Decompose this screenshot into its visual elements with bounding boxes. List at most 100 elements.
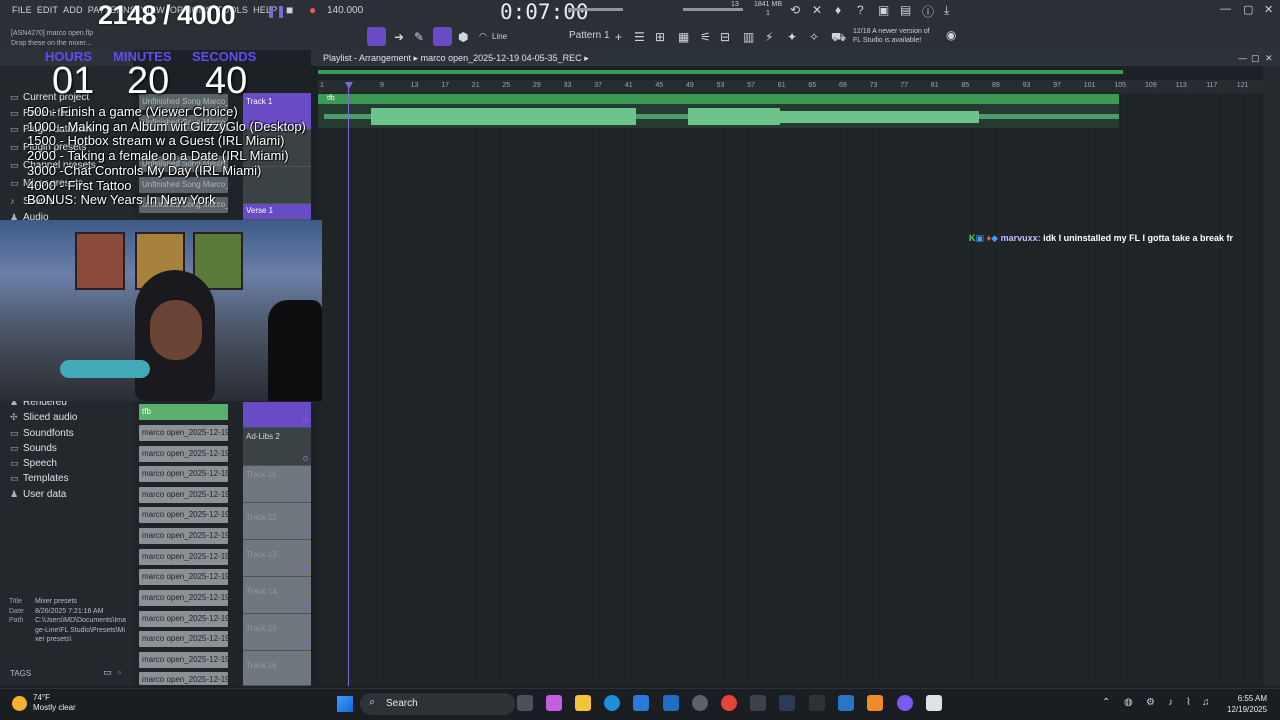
cart-icon[interactable]: ⛟ [831, 30, 846, 46]
search-icon[interactable]: ⌕ [117, 667, 122, 678]
brush-icon[interactable]: ✧ [809, 30, 819, 44]
taskbar-search[interactable]: ⌕ Search [360, 693, 515, 715]
playhead-marker-icon[interactable] [345, 82, 353, 89]
undo-icon[interactable]: ⟲ [790, 3, 800, 17]
clip-item[interactable]: marco open_2025-12-19.. [139, 507, 228, 523]
maximize-icon[interactable]: ▢ [1243, 3, 1253, 16]
clip-item[interactable]: marco open_2025-12-19.. [139, 446, 228, 462]
track-header[interactable]: Track 13 [243, 540, 311, 577]
app-icon[interactable] [692, 695, 708, 711]
vertical-scrollbar[interactable] [1263, 66, 1280, 686]
xbox-icon[interactable] [750, 695, 766, 711]
snap-select[interactable]: Line [492, 32, 507, 41]
channel-rack-icon[interactable]: ⊞ [655, 30, 665, 44]
clock[interactable]: 6:55 AM 12/19/2025 [1227, 693, 1267, 715]
plug-icon[interactable]: ⚡ [765, 30, 773, 44]
minimize-icon[interactable]: — [1220, 3, 1231, 15]
track-header-verse[interactable]: Verse 1 [243, 204, 311, 220]
task-view-icon[interactable] [517, 695, 533, 711]
track-header[interactable]: Track 15 [243, 614, 311, 651]
clip-item[interactable]: marco open_2025-12-19.. [139, 425, 228, 441]
stamp-icon[interactable]: ⬢ [458, 30, 468, 44]
browser-item-speech[interactable]: ▭ Speech [10, 458, 57, 469]
fl-studio-icon[interactable] [867, 695, 883, 711]
track-header[interactable]: Track 11 [243, 466, 311, 503]
clip-item[interactable]: marco open_2025-12-19.. [139, 590, 228, 606]
playlist-grid[interactable] [318, 93, 1263, 686]
clip-item[interactable]: marco open_2025-12-19.. [139, 631, 228, 647]
clip-item[interactable]: marco open_2025-12-19.. [139, 652, 228, 668]
track-header-adlibs[interactable]: Ad-Libs 2 [243, 428, 311, 466]
browser-item-sounds[interactable]: ▭ Sounds [10, 443, 57, 454]
wand-icon[interactable]: ✦ [787, 30, 797, 44]
track-header[interactable]: Track 12 [243, 503, 311, 540]
mic-icon[interactable]: ♪ [1168, 697, 1173, 708]
playlist-icon[interactable]: ☰ [634, 30, 645, 44]
audio-clip-header[interactable]: tfb [318, 94, 1119, 104]
menu-edit[interactable]: EDIT [37, 5, 58, 15]
clip-item[interactable]: marco open_2025-12-19.. [139, 528, 228, 544]
copilot-icon[interactable] [546, 695, 562, 711]
stop-icon[interactable]: ■ [286, 3, 293, 17]
close-icon[interactable]: ✕ [1264, 3, 1273, 16]
download-icon[interactable]: ⤓ [944, 3, 949, 18]
playhead[interactable] [348, 88, 349, 686]
menu-file[interactable]: FILE [12, 5, 32, 15]
chrome-icon[interactable] [721, 695, 737, 711]
weather-widget[interactable]: 74°F Mostly clear [33, 693, 76, 713]
track-header[interactable]: Track 14 [243, 577, 311, 614]
track-header[interactable]: Track 16 [243, 651, 311, 686]
plugin-picker-icon[interactable]: ▥ [743, 30, 754, 44]
pattern-selector[interactable]: Pattern 1 [569, 30, 610, 41]
clip-item[interactable]: Unfinished Song Marco_2.. [139, 177, 228, 193]
pause-icon[interactable]: ❚❚ [266, 4, 286, 18]
browser-item-sliced-audio[interactable]: ✣ Sliced audio [10, 412, 77, 423]
menu-add[interactable]: ADD [63, 5, 83, 15]
song-overview-bar[interactable] [318, 70, 1123, 74]
add-pattern-icon[interactable]: + [615, 30, 622, 44]
clip-item[interactable]: marco open_2025-12-19.. [139, 611, 228, 627]
piano-roll-icon[interactable]: ⚟ [700, 30, 711, 44]
file-explorer-icon[interactable] [575, 695, 591, 711]
app-icon[interactable] [809, 695, 825, 711]
master-pitch-slider[interactable] [683, 8, 743, 11]
volume-icon[interactable]: ♫ [1202, 697, 1210, 708]
steam-icon[interactable] [779, 695, 795, 711]
save-icon[interactable]: ▣ [878, 3, 889, 17]
clip-item[interactable]: marco open_2025-12-19.. [139, 672, 228, 685]
playlist-minimize-icon[interactable]: — [1238, 53, 1247, 63]
playlist-close-icon[interactable]: ✕ [1265, 53, 1273, 64]
app-tray-icon[interactable]: ⚙ [1146, 697, 1155, 708]
browser-item-templates[interactable]: ▭ Templates [10, 473, 69, 484]
obs-icon[interactable] [926, 695, 942, 711]
tempo-display[interactable]: 140.000 [327, 5, 363, 16]
mixer-icon[interactable]: ▦ [678, 30, 689, 44]
pattern-song-mode-toggle[interactable] [367, 27, 386, 46]
folder-icon[interactable]: ▭ [103, 667, 112, 678]
arrow-icon[interactable]: ➜ [394, 30, 404, 44]
weather-icon[interactable] [12, 696, 27, 711]
edge-icon[interactable] [604, 695, 620, 711]
clip-item[interactable]: marco open_2025-12-19.. [139, 466, 228, 482]
chevron-up-icon[interactable]: ⌃ [1102, 697, 1110, 708]
clip-item-tfb[interactable]: tfb [139, 404, 228, 420]
network-icon[interactable]: ◍ [1124, 697, 1133, 708]
pencil-icon[interactable]: ✎ [414, 30, 424, 44]
clip-item[interactable]: marco open_2025-12-19.. [139, 549, 228, 565]
info-icon[interactable]: ⓘ [922, 3, 934, 20]
tools-icon[interactable]: ✕ [812, 3, 822, 17]
wifi-icon[interactable]: ⌇ [1186, 697, 1191, 708]
export-icon[interactable]: ▤ [900, 3, 911, 17]
notepad-icon[interactable] [838, 695, 854, 711]
track-header[interactable] [243, 402, 311, 428]
browser-item-soundfonts[interactable]: ▭ Soundfonts [10, 428, 74, 439]
start-icon[interactable] [337, 696, 353, 712]
globe-icon[interactable]: ◉ [946, 28, 956, 42]
store-icon[interactable] [633, 695, 649, 711]
clip-item[interactable]: marco open_2025-12-19.. [139, 569, 228, 585]
master-volume-slider[interactable] [568, 8, 623, 11]
magnet-snap-button[interactable] [433, 27, 452, 46]
mic-icon[interactable]: ♦ [835, 3, 841, 17]
playlist-maximize-icon[interactable]: ▢ [1251, 53, 1260, 64]
clip-item[interactable]: marco open_2025-12-19.. [139, 487, 228, 503]
